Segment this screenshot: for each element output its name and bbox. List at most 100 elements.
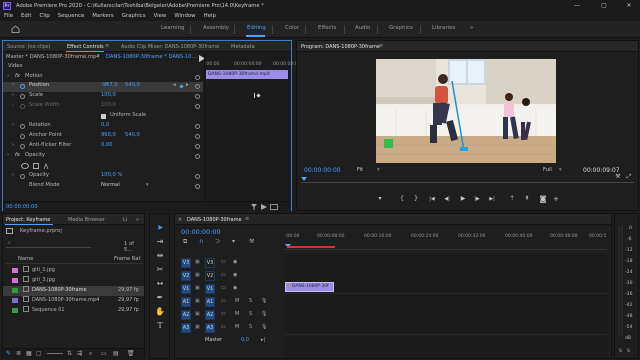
panel-overflow-button[interactable]: » [136, 217, 139, 223]
lock-icon[interactable]: ▣ [195, 324, 200, 330]
reset-icon[interactable] [195, 184, 200, 189]
source-patch-a2[interactable]: A2 [181, 310, 191, 320]
eye-icon[interactable]: ◉ [233, 272, 237, 278]
chevron-down-icon[interactable]: ▾ [146, 182, 149, 188]
lock-icon[interactable]: ▣ [195, 311, 200, 317]
solo-right-button[interactable]: S [627, 349, 630, 354]
uniform-scale-checkbox[interactable] [101, 114, 106, 119]
sync-lock-icon[interactable]: ▭ [221, 272, 226, 278]
type-tool-icon[interactable]: T [154, 320, 166, 332]
tab-sequence[interactable]: DANS-1080P-30frame [187, 217, 242, 223]
razor-tool-icon[interactable]: ✂ [154, 264, 166, 276]
mute-button[interactable]: M [235, 298, 239, 304]
stopwatch-icon[interactable] [20, 84, 25, 89]
reset-icon[interactable] [195, 144, 200, 149]
stopwatch-icon[interactable] [20, 144, 25, 149]
blend-mode-row[interactable]: Blend Mode Normal ▾ [29, 182, 199, 192]
keyframe-marker[interactable] [256, 93, 261, 98]
opacity-value[interactable]: 100,0 % [101, 172, 122, 178]
workspace-tab-color[interactable]: Color [285, 25, 299, 31]
fx-badge[interactable]: fx [15, 73, 20, 79]
effect-controls-timeline[interactable]: :00:00 00:00:04:00 00:00:08:0 DANS-1080P… [204, 53, 298, 211]
solo-button[interactable]: S [249, 324, 252, 330]
go-to-end-icon[interactable]: ▸| [261, 337, 265, 343]
menu-sequence[interactable]: Sequence [58, 13, 85, 19]
menu-view[interactable]: View [154, 13, 167, 19]
source-patch-v1[interactable]: V1 [181, 284, 191, 294]
solo-button[interactable]: S [249, 311, 252, 317]
position-x-value[interactable]: -967,0 [101, 82, 118, 88]
reset-icon[interactable] [195, 94, 200, 99]
step-forward-icon[interactable]: |▶ [472, 195, 482, 203]
ellipse-mask-icon[interactable] [21, 163, 29, 169]
stopwatch-icon[interactable] [20, 94, 25, 99]
playhead-icon[interactable] [301, 177, 307, 181]
reset-icon[interactable] [195, 154, 200, 159]
tab-audio-clip-mixer[interactable]: Audio Clip Mixer: DANS-1080P-30frame [121, 44, 219, 50]
pen-mask-icon[interactable] [43, 163, 49, 170]
stopwatch-icon[interactable] [20, 124, 25, 129]
add-marker-icon[interactable]: ▾ [232, 238, 235, 245]
track-target-a3[interactable]: A3 [205, 323, 215, 333]
sync-lock-icon[interactable]: ▭ [221, 324, 226, 330]
trash-icon[interactable]: 🗑 [127, 350, 135, 357]
lock-icon[interactable]: ▣ [195, 285, 200, 291]
tab-metadata[interactable]: Metadata [231, 44, 255, 50]
sort-icon[interactable]: ⇅ [67, 350, 72, 357]
position-row[interactable]: › Position -967,0 540,0 ◂ ▸ [3, 82, 203, 92]
freeform-view-icon[interactable]: ▢ [36, 350, 42, 357]
eye-icon[interactable]: ◉ [233, 285, 237, 291]
list-view-icon[interactable]: ≣ [16, 350, 21, 357]
scale-row[interactable]: › Scale 100,0 [12, 92, 202, 102]
in-point-icon[interactable]: { [397, 195, 407, 203]
eye-icon[interactable]: ◉ [233, 259, 237, 265]
go-to-in-icon[interactable]: |◀ [427, 195, 437, 203]
loop-icon[interactable] [270, 204, 278, 210]
master-volume-value[interactable]: 0,0 [241, 337, 249, 343]
list-item[interactable]: Sequence 01 29,97 fp [7, 306, 144, 316]
search-input[interactable] [6, 240, 91, 248]
sync-lock-icon[interactable]: ▭ [221, 259, 226, 265]
fullscreen-icon[interactable]: ⤢ [624, 173, 634, 181]
extract-icon[interactable]: ⇞ [522, 195, 532, 203]
program-timecode[interactable]: 00:00:00:00 [304, 167, 341, 174]
list-item[interactable]: giti_3.jpg [7, 276, 144, 286]
timeline-ruler[interactable]: :00:00 00:00:08:00 00:00:16:00 00:00:24:… [285, 226, 607, 250]
ripple-edit-tool-icon[interactable]: ⇹ [154, 250, 166, 262]
workspace-tab-learning[interactable]: Learning [161, 25, 184, 31]
next-keyframe-icon[interactable]: ▸ [186, 82, 189, 88]
reset-icon[interactable] [195, 75, 200, 80]
reset-icon[interactable] [195, 104, 200, 109]
add-keyframe-icon[interactable] [179, 84, 184, 89]
fx-badge[interactable]: fx [15, 152, 20, 158]
list-item[interactable]: DANS-1080P-30frame 29,97 fp [3, 286, 144, 296]
scale-value[interactable]: 100,0 [101, 92, 116, 98]
stopwatch-icon[interactable] [20, 174, 25, 179]
menu-help[interactable]: Help [204, 13, 216, 19]
lock-icon[interactable]: ▣ [195, 259, 200, 265]
source-patch-v3[interactable]: V3 [181, 258, 191, 268]
rotation-value[interactable]: 0,0 [101, 122, 109, 128]
sync-lock-icon[interactable]: ▭ [221, 298, 226, 304]
marker-icon[interactable]: ▾ [375, 195, 385, 203]
out-point-icon[interactable]: } [411, 195, 421, 203]
uniform-scale-row[interactable]: Uniform Scale [101, 112, 201, 122]
stopwatch-icon[interactable] [20, 134, 25, 139]
sync-lock-icon[interactable]: ▭ [221, 285, 226, 291]
go-to-out-icon[interactable]: ▶| [487, 195, 497, 203]
automate-icon[interactable]: ⇶ [77, 350, 82, 357]
tab-program[interactable]: Program: DANS-1080P-30frame [301, 44, 380, 50]
track-select-tool-icon[interactable]: ⇥ [154, 236, 166, 248]
snap-icon[interactable]: ∩ [199, 238, 203, 245]
opacity-effect-row[interactable]: › fx Opacity [7, 152, 203, 162]
master-clip-label[interactable]: Master * DANS-1080P-30frame.mp4 [6, 54, 99, 60]
tab-libraries[interactable]: Li [123, 217, 127, 223]
chevron-down-icon[interactable]: ▾ [377, 167, 380, 173]
mute-button[interactable]: M [235, 311, 239, 317]
track-target-v2[interactable]: V2 [205, 271, 215, 281]
video-frame[interactable] [376, 59, 556, 163]
minimize-button[interactable]: — [568, 0, 586, 11]
ec-timecode[interactable]: 00:00:00:00 [6, 204, 38, 210]
panel-menu-icon[interactable]: ≡ [245, 216, 249, 222]
maximize-button[interactable]: ▢ [595, 0, 613, 11]
